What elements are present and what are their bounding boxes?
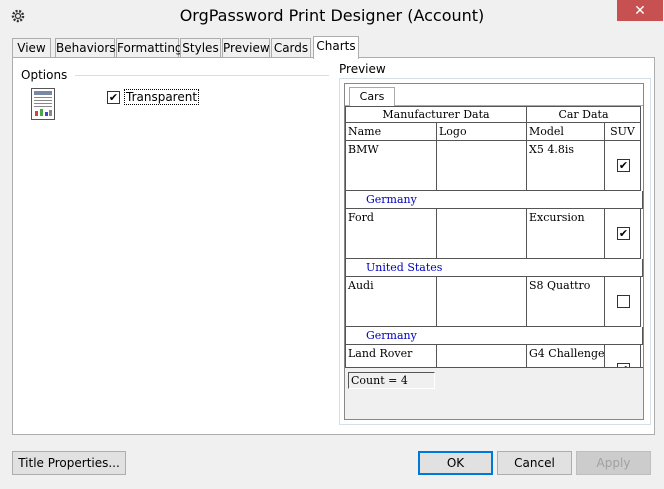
group-header-car: Car Data	[527, 106, 641, 123]
transparent-label[interactable]: Transparent	[124, 89, 200, 105]
check-icon: ✔	[618, 159, 629, 172]
cell-name: Audi	[345, 277, 437, 327]
cell-logo	[437, 209, 527, 259]
record-count: Count = 4	[348, 372, 435, 389]
grid-empty-area	[345, 391, 643, 419]
tab-preview[interactable]: Preview	[222, 38, 270, 58]
table-row: Ford Excursion ✔	[345, 209, 643, 259]
tab-behaviors[interactable]: Behaviors	[55, 38, 116, 58]
tab-charts[interactable]: Charts	[313, 36, 359, 59]
suv-checkbox[interactable]	[617, 295, 630, 308]
cell-model: S8 Quattro	[527, 277, 605, 327]
transparent-checkbox[interactable]: ✔	[107, 91, 120, 104]
sheet-tabstrip: Cars	[345, 84, 643, 106]
tab-view[interactable]: View	[12, 38, 51, 58]
cars-grid: Manufacturer Data Car Data Name Logo Mod…	[345, 106, 643, 386]
suv-checkbox[interactable]: ✔	[617, 159, 630, 172]
charts-tab-panel: Options ✔ Transparent Preview Cars Manuf…	[12, 57, 655, 435]
cell-model: X5 4.8is	[527, 141, 605, 191]
group-header-row: Manufacturer Data Car Data	[345, 106, 643, 123]
check-icon: ✔	[618, 227, 629, 240]
apply-button[interactable]: Apply	[576, 451, 651, 475]
preview-group-label: Preview	[339, 62, 386, 76]
group-header-manufacturer: Manufacturer Data	[345, 106, 527, 123]
cell-name: BMW	[345, 141, 437, 191]
country-subheader: Germany	[345, 327, 643, 345]
table-row: BMW X5 4.8is ✔	[345, 141, 643, 191]
window-title: OrgPassword Print Designer (Account)	[179, 6, 485, 25]
column-header-suv: SUV	[605, 123, 641, 141]
ok-button[interactable]: OK	[418, 451, 493, 475]
column-header-row: Name Logo Model SUV	[345, 123, 643, 141]
table-row: Audi S8 Quattro	[345, 277, 643, 327]
cell-suv: ✔	[605, 141, 641, 191]
cell-model: Excursion	[527, 209, 605, 259]
column-header-name: Name	[345, 123, 437, 141]
check-icon: ✔	[108, 91, 119, 104]
cell-suv: ✔	[605, 209, 641, 259]
close-button[interactable]: ✕	[617, 0, 663, 21]
cell-logo	[437, 141, 527, 191]
title-properties-button[interactable]: Title Properties...	[12, 451, 126, 475]
tab-cards[interactable]: Cards	[271, 38, 311, 58]
tab-formatting[interactable]: Formatting	[116, 38, 183, 58]
column-header-logo: Logo	[437, 123, 527, 141]
country-subheader: United States	[345, 259, 643, 277]
options-group-label: Options	[21, 68, 68, 82]
cell-name: Ford	[345, 209, 437, 259]
tab-styles[interactable]: Styles	[180, 38, 221, 58]
chart-sheet-icon	[31, 88, 55, 120]
preview-sheet: Cars Manufacturer Data Car Data Name Log…	[344, 83, 644, 420]
cell-suv	[605, 277, 641, 327]
options-divider	[75, 75, 329, 76]
title-bar: OrgPassword Print Designer (Account) ✕	[0, 0, 664, 32]
column-header-model: Model	[527, 123, 605, 141]
suv-checkbox[interactable]: ✔	[617, 227, 630, 240]
grid-footer: Count = 4	[345, 367, 643, 391]
preview-frame: Cars Manufacturer Data Car Data Name Log…	[339, 78, 651, 425]
country-subheader: Germany	[345, 191, 643, 209]
cell-logo	[437, 277, 527, 327]
sheet-tab-cars[interactable]: Cars	[349, 87, 395, 106]
close-icon: ✕	[634, 2, 646, 19]
cancel-button[interactable]: Cancel	[497, 451, 572, 475]
